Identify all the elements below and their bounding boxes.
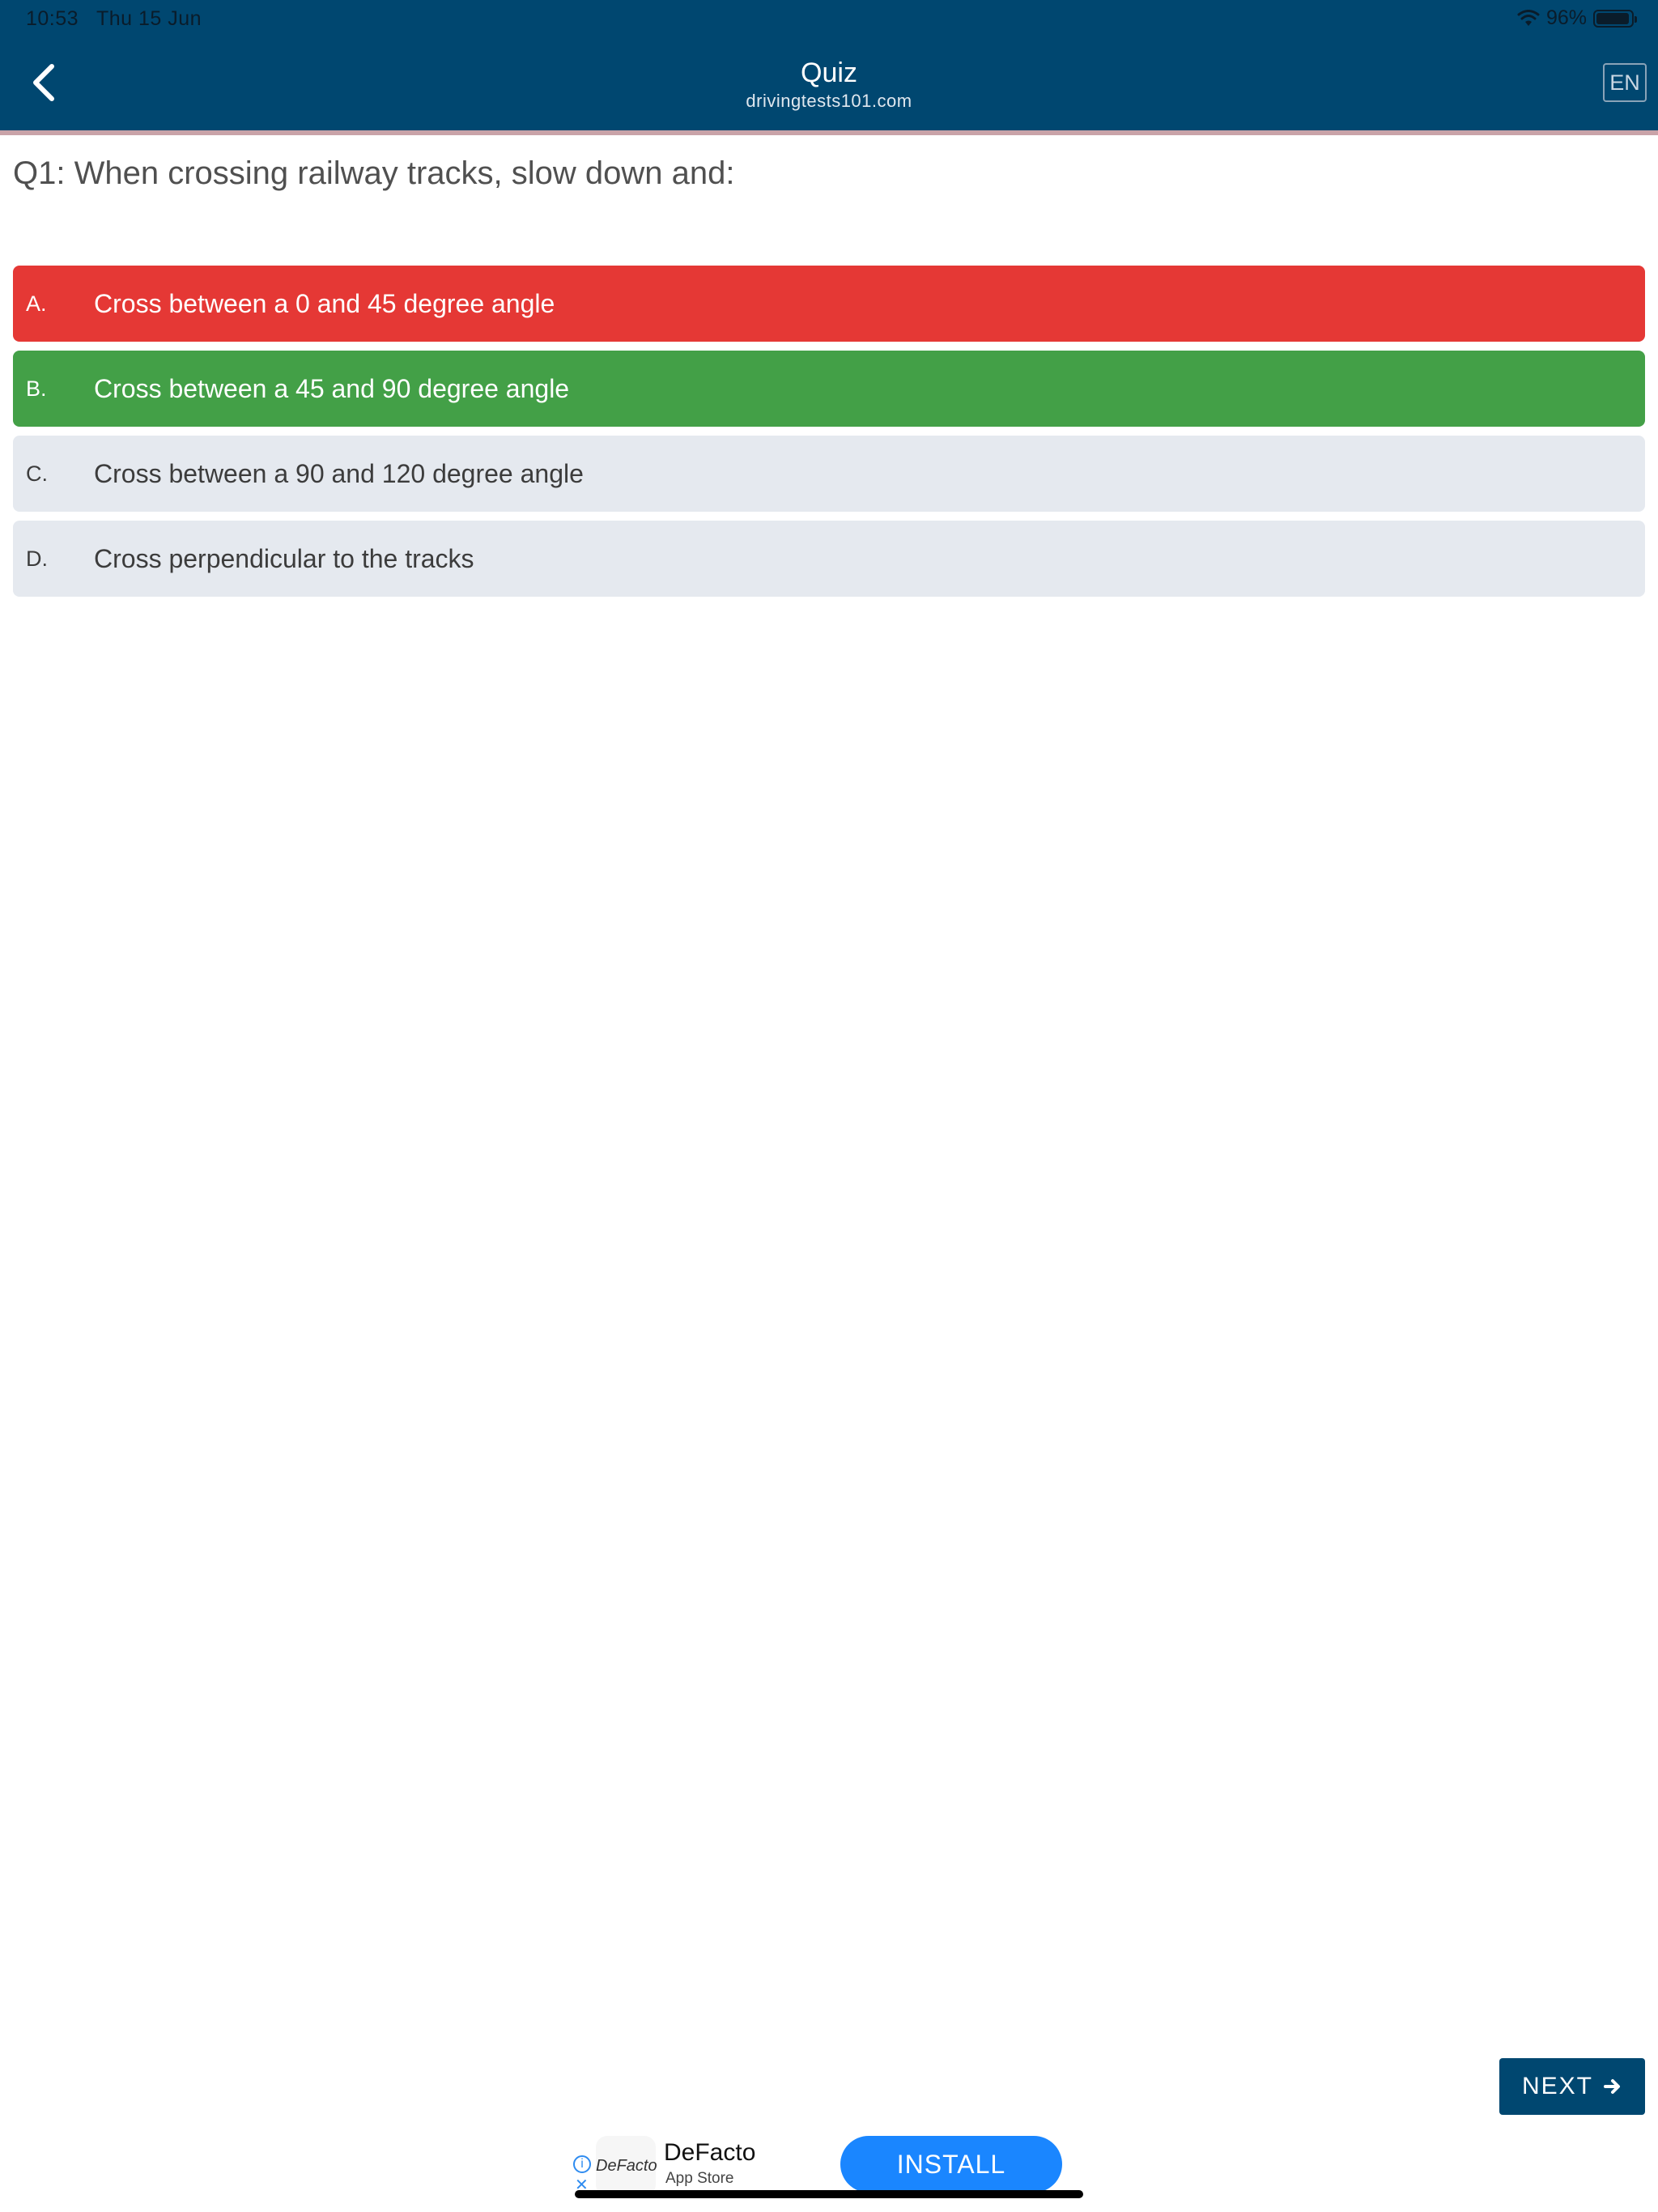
battery-icon xyxy=(1593,9,1637,28)
question-text: Q1: When crossing railway tracks, slow d… xyxy=(13,155,735,191)
battery-fill xyxy=(1596,12,1630,24)
status-time-date: 10:53 Thu 15 Jun xyxy=(26,7,202,31)
nav-header: 10:53 Thu 15 Jun 96% Quiz drivingtests10… xyxy=(0,0,1658,135)
status-time: 10:53 xyxy=(26,7,79,30)
ad-store-label: App Store xyxy=(665,2170,734,2187)
wifi-icon xyxy=(1517,9,1540,28)
battery-percentage: 96% xyxy=(1545,6,1587,29)
answer-letter: C. xyxy=(26,462,48,486)
next-button[interactable]: NEXT xyxy=(1499,2058,1645,2115)
home-indicator[interactable] xyxy=(575,2190,1083,2198)
answer-option-c[interactable]: C. Cross between a 90 and 120 degree ang… xyxy=(13,436,1645,512)
page-title: Quiz xyxy=(801,57,857,88)
answer-text: Cross between a 0 and 45 degree angle xyxy=(94,289,555,318)
ad-info-icon[interactable]: i xyxy=(573,2155,591,2173)
header-title-block: Quiz drivingtests101.com xyxy=(0,57,1658,113)
answer-text: Cross perpendicular to the tracks xyxy=(94,544,474,573)
page-subtitle: drivingtests101.com xyxy=(746,91,912,111)
answer-option-b[interactable]: B. Cross between a 45 and 90 degree angl… xyxy=(13,351,1645,427)
answer-text: Cross between a 45 and 90 degree angle xyxy=(94,374,570,403)
next-button-label: NEXT xyxy=(1521,2073,1593,2099)
answer-letter: B. xyxy=(26,376,47,401)
ad-app-name: DeFacto xyxy=(664,2139,756,2166)
answer-letter: A. xyxy=(26,291,47,316)
status-indicators: 96% xyxy=(1517,6,1637,30)
ad-app-logo: DeFacto xyxy=(596,2136,657,2196)
language-button[interactable]: EN xyxy=(1603,63,1647,102)
answer-letter: D. xyxy=(26,547,48,571)
ad-banner[interactable]: i ✕ DeFacto DeFacto App Store INSTALL xyxy=(568,2133,1086,2197)
status-date: Thu 15 Jun xyxy=(96,7,202,30)
answer-option-d[interactable]: D. Cross perpendicular to the tracks xyxy=(13,521,1645,597)
answer-option-a[interactable]: A. Cross between a 0 and 45 degree angle xyxy=(13,266,1645,342)
answer-list: A. Cross between a 0 and 45 degree angle… xyxy=(13,266,1645,606)
answer-text: Cross between a 90 and 120 degree angle xyxy=(94,459,584,488)
arrow-right-icon xyxy=(1604,2079,1620,2094)
install-button[interactable]: INSTALL xyxy=(840,2136,1062,2193)
